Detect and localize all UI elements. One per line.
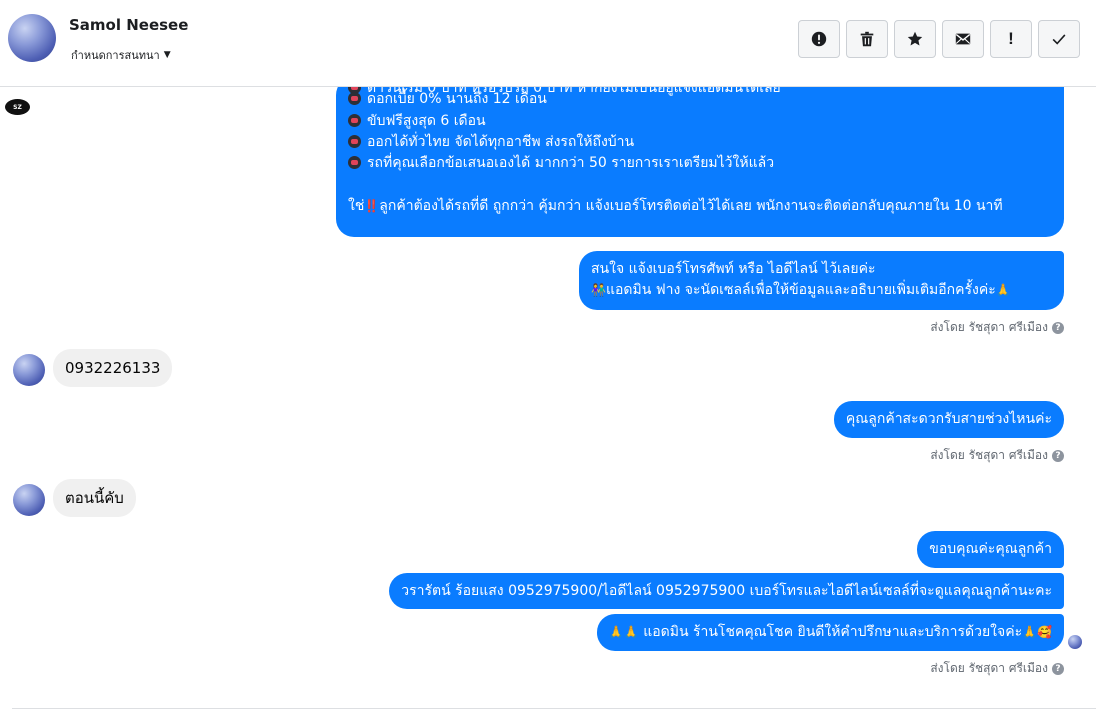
contact-name[interactable]: Samol Neesee	[69, 16, 188, 34]
message-line: ดอกเบี้ย 0% นานถึง 12 เดือน	[348, 89, 547, 110]
incoming-message[interactable]: 0932226133	[53, 349, 173, 387]
message-line: ใช่‼️ลูกค้าต้องได้รถที่ดี ถูกกว่า คุ้มกว…	[348, 198, 1003, 214]
outgoing-message[interactable]: ตาวนเรม 0 บาท หรอรบรถ 0 บาท หากยงไมเบนอย…	[336, 87, 1064, 237]
pray-emoji: 🙏	[995, 283, 1011, 297]
outgoing-message[interactable]: คุณลูกค้าสะดวกรับสายช่วงไหนค่ะ	[833, 401, 1064, 438]
check-icon	[1052, 34, 1066, 45]
outgoing-message[interactable]: วรารัตน์ ร้อยแสง 0952975900/ไอดีไลน์ 095…	[389, 573, 1064, 609]
mark-done-button[interactable]	[1038, 20, 1080, 58]
sent-by-label: ส่งโดย รัชสุดา ศรีเมือง?	[930, 659, 1064, 678]
message-list[interactable]: SZ ตาวนเรม 0 บาท หรอรบรถ 0 บาท หากยงไมเบ…	[0, 87, 1096, 710]
follow-up-button[interactable]: !	[990, 20, 1032, 58]
pray-emoji: 🙏🙏	[608, 625, 639, 639]
conversation-toolbar: !	[798, 20, 1080, 58]
alert-circle-icon	[811, 31, 827, 47]
composer-divider	[12, 708, 1096, 709]
car-emoji-icon	[348, 135, 361, 148]
star-icon	[907, 31, 923, 46]
incoming-message[interactable]: ตอนนี้คับ	[53, 479, 136, 517]
message-line: รถที่คุณเลือกข้อเสนอเองได้ มากกว่า 50 รา…	[348, 153, 774, 174]
car-emoji-icon	[348, 92, 361, 105]
message-line: สนใจ แจ้งเบอร์โทรศัพท์ หรือ ไอดีไลน์ ไว้…	[591, 261, 876, 277]
message-text: แอดมิน ร้านโชคคุณโชค ยินดีให้คำปรึกษาและ…	[643, 624, 1023, 640]
contact-avatar-small[interactable]	[13, 484, 45, 516]
report-button[interactable]	[798, 20, 840, 58]
caret-down-icon: ▼	[163, 50, 171, 60]
page-logo-icon: SZ	[5, 99, 30, 115]
conversation-view: Samol Neesee กำหนดการสนทนา ▼ ! SZ ตาวนเร…	[0, 0, 1096, 710]
couple-emoji: 👫	[591, 283, 606, 297]
car-emoji-icon	[348, 114, 361, 127]
mark-unread-button[interactable]	[942, 20, 984, 58]
sent-by-label: ส่งโดย รัชสุดา ศรีเมือง?	[930, 446, 1064, 465]
car-emoji-icon	[348, 156, 361, 169]
message-line: ออกได้ทั่วไทย จัดได้ทุกอาชีพ ส่งรถให้ถึง…	[348, 132, 634, 153]
delete-button[interactable]	[846, 20, 888, 58]
sent-by-label: ส่งโดย รัชสุดา ศรีเมือง?	[930, 318, 1064, 337]
message-line: 👫แอดมิน ฟาง จะนัดเซลล์เพื่อให้ข้อมูลและอ…	[591, 282, 1011, 298]
outgoing-message[interactable]: สนใจ แจ้งเบอร์โทรศัพท์ หรือ ไอดีไลน์ ไว้…	[579, 251, 1064, 310]
help-icon[interactable]: ?	[1052, 321, 1064, 334]
outgoing-message[interactable]: ขอบคุณค่ะคุณลูกค้า	[917, 531, 1064, 568]
exclamation-icon: !	[1008, 29, 1014, 48]
double-exclamation-emoji: ‼️	[364, 199, 380, 213]
smiling-hearts-emoji: 🙏🥰	[1022, 625, 1052, 639]
contact-avatar[interactable]	[8, 14, 56, 62]
read-receipt-avatar	[1068, 635, 1082, 649]
help-icon[interactable]: ?	[1052, 449, 1064, 462]
help-icon[interactable]: ?	[1052, 662, 1064, 675]
schedule-conversation-label: กำหนดการสนทนา	[71, 49, 160, 62]
conversation-header: Samol Neesee กำหนดการสนทนา ▼ !	[0, 0, 1096, 87]
mail-icon	[955, 33, 971, 45]
star-button[interactable]	[894, 20, 936, 58]
trash-icon	[860, 31, 874, 47]
contact-avatar-small[interactable]	[13, 354, 45, 386]
schedule-conversation-dropdown[interactable]: กำหนดการสนทนา ▼	[71, 46, 171, 64]
outgoing-message[interactable]: 🙏🙏 แอดมิน ร้านโชคคุณโชค ยินดีให้คำปรึกษา…	[596, 614, 1064, 651]
message-line: ขับฟรีสูงสุด 6 เดือน	[348, 111, 486, 132]
